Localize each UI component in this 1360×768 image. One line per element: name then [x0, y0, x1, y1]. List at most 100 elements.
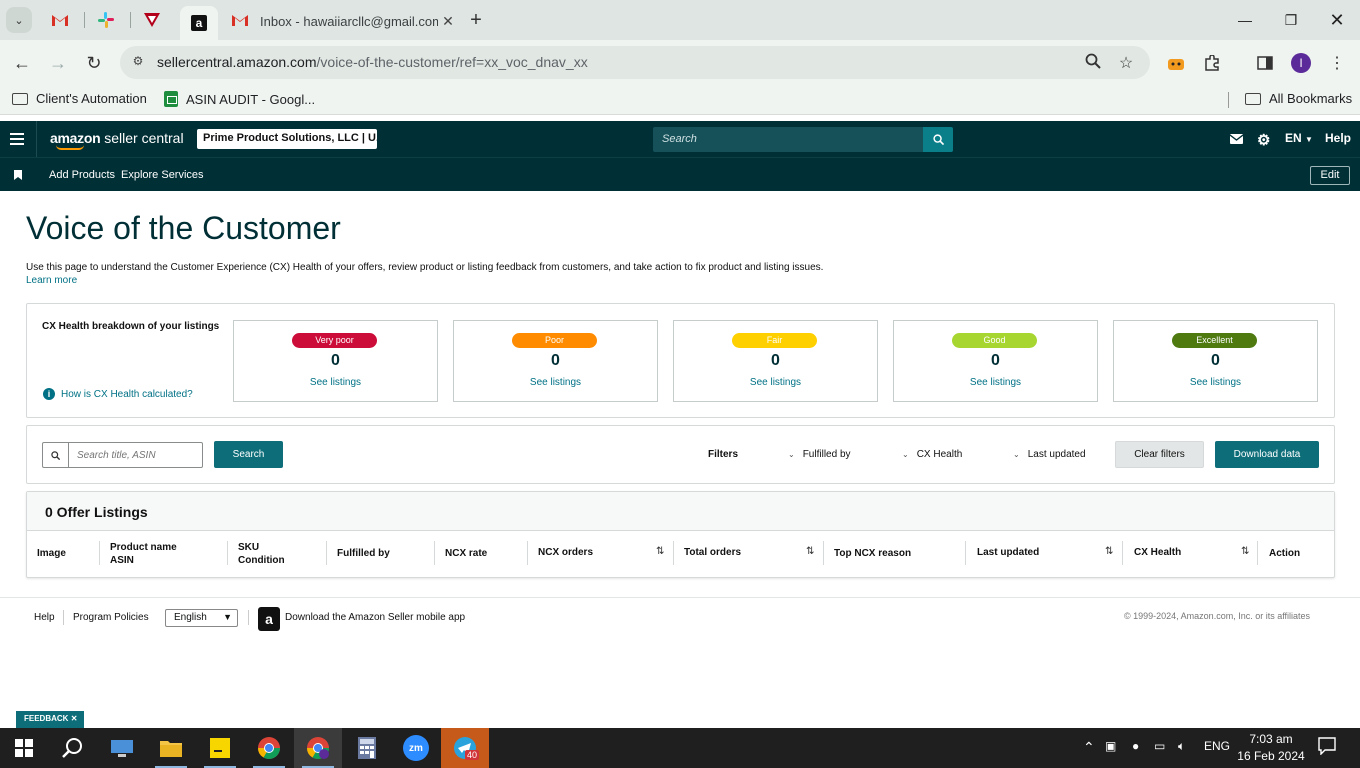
amazon-app-icon[interactable]: a — [258, 607, 280, 631]
column-last-updated[interactable]: Last updated — [977, 546, 1039, 559]
account-switcher[interactable]: Prime Product Solutions, LLC | U... — [197, 129, 377, 149]
search-button[interactable]: Search — [214, 441, 283, 468]
sort-icon[interactable]: ⇅ — [1105, 546, 1113, 557]
footer-help-link[interactable]: Help — [34, 612, 55, 623]
taskbar-desktop-app[interactable] — [98, 728, 146, 768]
header-search-input[interactable]: Search — [653, 127, 923, 152]
column-divider — [673, 541, 674, 565]
close-icon[interactable]: ✕ — [71, 714, 78, 723]
taskbar-calculator[interactable] — [343, 728, 391, 768]
pinned-tab-gmail[interactable] — [46, 8, 74, 32]
back-button[interactable]: ← — [8, 49, 36, 77]
site-info-icon[interactable]: ⚙ — [130, 54, 146, 70]
taskbar-chrome-profile-2[interactable] — [294, 728, 342, 768]
bookmark-asin-audit[interactable]: ASIN AUDIT - Googl... — [164, 91, 315, 107]
profile-avatar[interactable]: I — [1291, 53, 1311, 73]
column-cx-health[interactable]: CX Health — [1134, 546, 1181, 559]
system-clock[interactable]: 7:03 am 16 Feb 2024 — [1236, 731, 1306, 765]
cx-health-heading: CX Health breakdown of your listings — [42, 321, 220, 332]
bookmark-clients-automation[interactable]: Client's Automation — [12, 91, 147, 106]
column-divider — [1122, 541, 1123, 565]
clear-filters-button[interactable]: Clear filters — [1115, 441, 1204, 468]
address-bar[interactable]: ⚙ sellercentral.amazon.com/voice-of-the-… — [120, 46, 1150, 79]
cx-tile-poor: Poor 0 See listings — [453, 320, 658, 402]
device-icon[interactable]: ▣ — [1105, 739, 1116, 753]
sort-icon[interactable]: ⇅ — [656, 546, 664, 557]
browser-menu-icon[interactable]: ⋮ — [1326, 52, 1348, 74]
volume-icon[interactable]: 🔈︎ — [1178, 739, 1185, 754]
edit-nav-button[interactable]: Edit — [1310, 166, 1350, 185]
settings-gear-icon[interactable]: ⚙ — [1257, 131, 1270, 149]
footer-program-policies-link[interactable]: Program Policies — [73, 612, 149, 623]
see-listings-link[interactable]: See listings — [894, 377, 1097, 388]
bookmark-star-icon[interactable]: ☆ — [1116, 53, 1136, 73]
start-button[interactable] — [0, 728, 48, 768]
footer-language-select[interactable]: English ▼ — [165, 609, 238, 627]
close-tab-icon[interactable]: ✕ — [438, 13, 458, 30]
listings-header: 0 Offer Listings — [27, 492, 1334, 531]
listing-search-input[interactable] — [70, 443, 202, 467]
forward-button[interactable]: → — [44, 49, 72, 77]
side-panel-icon[interactable] — [1254, 52, 1276, 74]
language-selector[interactable]: EN ▼ — [1285, 131, 1313, 145]
bookmark-icon[interactable] — [14, 170, 22, 180]
extensions-puzzle-icon[interactable] — [1201, 52, 1223, 74]
all-bookmarks[interactable]: All Bookmarks — [1245, 91, 1352, 106]
help-link[interactable]: Help — [1325, 131, 1351, 145]
see-listings-link[interactable]: See listings — [1114, 377, 1317, 388]
header-search-button[interactable] — [923, 127, 953, 152]
seller-central-logo[interactable]: amazon seller central — [50, 130, 184, 150]
column-product-name[interactable]: Product name ASIN — [110, 541, 177, 567]
tile-count: 0 — [331, 352, 340, 369]
input-language[interactable]: ENG — [1204, 739, 1230, 753]
download-app-link[interactable]: Download the Amazon Seller mobile app — [285, 612, 465, 623]
nav-add-products[interactable]: Add Products — [49, 169, 115, 181]
sort-icon[interactable]: ⇅ — [806, 546, 814, 557]
feedback-button[interactable]: FEEDBACK ✕ — [16, 711, 84, 728]
see-listings-link[interactable]: See listings — [234, 377, 437, 388]
windows-logo-icon — [15, 739, 33, 757]
download-data-button[interactable]: Download data — [1215, 441, 1319, 468]
hamburger-menu-icon[interactable] — [10, 133, 24, 145]
filter-fulfilled-by[interactable]: ⌄ Fulfilled by — [788, 449, 851, 460]
cx-health-info-link[interactable]: i How is CX Health calculated? — [43, 388, 193, 400]
search-taskbar-button[interactable] — [48, 728, 96, 768]
amazon-favicon-icon: a — [191, 15, 207, 31]
restore-button[interactable]: ❐ — [1268, 0, 1314, 40]
close-window-button[interactable]: ✕ — [1314, 0, 1360, 40]
minimize-button[interactable]: — — [1222, 0, 1268, 40]
column-total-orders[interactable]: Total orders — [684, 546, 741, 559]
column-sku[interactable]: SKU Condition — [238, 541, 285, 567]
microphone-icon[interactable]: ● — [1132, 739, 1139, 753]
filter-last-updated[interactable]: ⌄ Last updated — [1013, 449, 1086, 460]
notifications-icon[interactable] — [1318, 737, 1336, 758]
taskbar-telegram[interactable]: 40 — [441, 728, 489, 768]
taskbar-sticky-notes[interactable] — [196, 728, 244, 768]
new-tab-button[interactable]: + — [464, 8, 488, 32]
pinned-tab-app[interactable] — [138, 8, 166, 32]
reload-button[interactable]: ↻ — [80, 49, 108, 77]
tab-gmail-inbox[interactable]: Inbox - hawaiiarcllc@gmail.com ✕ — [226, 6, 458, 36]
show-hidden-icons[interactable]: ⌃ — [1083, 739, 1095, 756]
taskbar-zoom[interactable]: zm — [392, 728, 440, 768]
column-ncx-orders[interactable]: NCX orders — [538, 546, 593, 559]
filter-cx-health[interactable]: ⌄ CX Health — [902, 449, 962, 460]
taskbar-chrome-profile-1[interactable] — [245, 728, 293, 768]
tab-seller-central[interactable]: a — [180, 6, 218, 40]
column-ncx-rate[interactable]: NCX rate — [445, 547, 487, 560]
see-listings-link[interactable]: See listings — [674, 377, 877, 388]
mail-icon[interactable] — [1229, 133, 1244, 147]
sort-icon[interactable]: ⇅ — [1241, 546, 1249, 557]
learn-more-link[interactable]: Learn more — [26, 275, 77, 286]
chevron-down-icon: ⌄ — [1013, 450, 1020, 459]
tab-search-button[interactable]: ⌄ — [6, 7, 32, 33]
taskbar-file-explorer[interactable] — [147, 728, 195, 768]
zoom-icon[interactable] — [1083, 53, 1103, 73]
extension-honey-icon[interactable] — [1165, 52, 1187, 74]
page-description: Use this page to understand the Customer… — [26, 262, 824, 273]
pinned-tab-slack[interactable] — [92, 8, 120, 32]
browser-tab-bar: ⌄ a Inbox - hawaiiarcllc@gmail.com ✕ + —… — [0, 0, 1360, 40]
network-icon[interactable]: ▭ — [1154, 739, 1165, 753]
nav-explore-services[interactable]: Explore Services — [121, 169, 204, 181]
see-listings-link[interactable]: See listings — [454, 377, 657, 388]
